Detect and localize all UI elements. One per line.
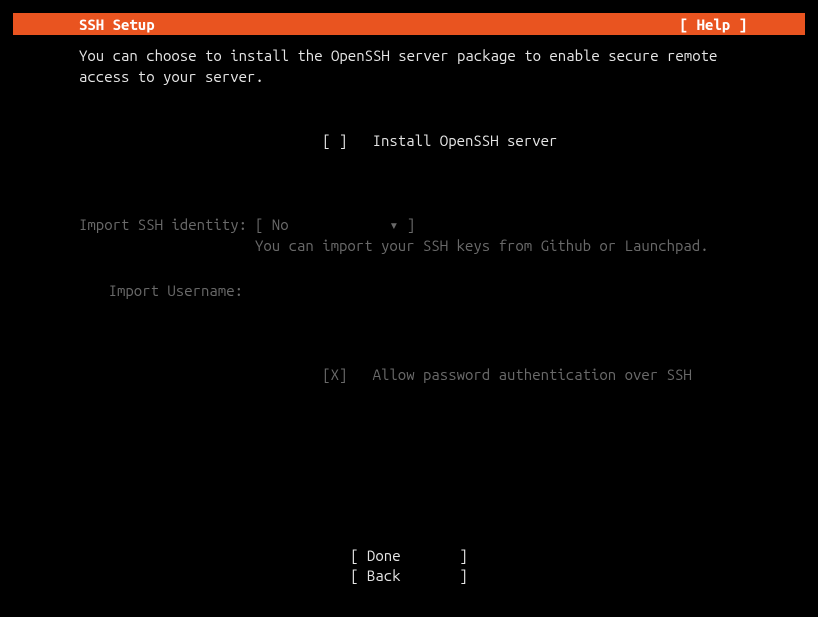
import-identity-helper: You can import your SSH keys from Github… [255,235,709,256]
header-bar: SSH Setup [ Help ] [13,13,805,35]
import-identity-dropdown[interactable]: [ No ▾ ] [255,214,415,235]
install-openssh-label: Install OpenSSH server [373,132,558,149]
main-content: You can choose to install the OpenSSH se… [13,35,805,406]
import-identity-label: Import SSH identity: [79,214,255,235]
help-button[interactable]: [ Help ] [680,16,797,33]
allow-password-auth-checkbox[interactable]: [X] [322,366,347,383]
allow-password-auth-label: Allow password authentication over SSH [373,366,692,383]
back-button[interactable]: [ Back ] [13,566,805,586]
install-openssh-checkbox[interactable]: [ ] [322,132,347,149]
import-username-label: Import Username: [79,280,255,301]
page-title: SSH Setup [79,16,155,33]
done-button[interactable]: [ Done ] [13,546,805,566]
footer: [ Done ] [ Back ] [13,546,805,587]
description-text: You can choose to install the OpenSSH se… [79,45,805,87]
